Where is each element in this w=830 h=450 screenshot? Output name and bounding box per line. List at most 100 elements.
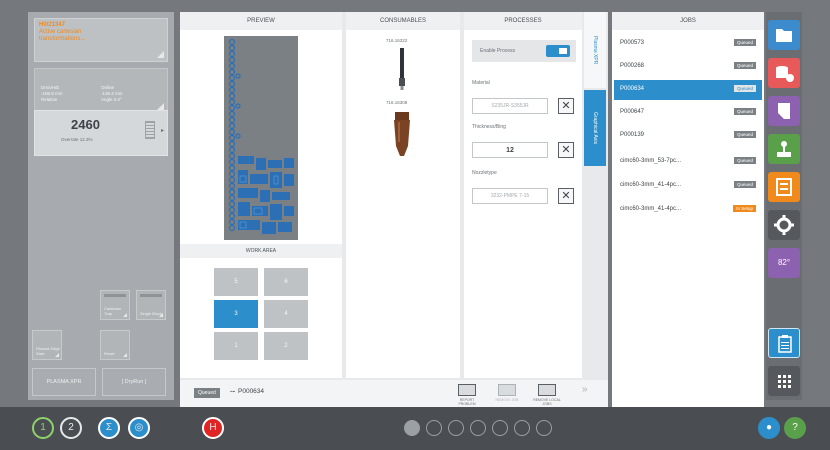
remove-local-jobs-icon[interactable] <box>538 384 556 396</box>
material-label: Material <box>472 80 490 86</box>
corner-icon <box>123 353 127 357</box>
single-block-button[interactable]: Single Block <box>136 290 166 320</box>
settings-button[interactable] <box>768 210 800 240</box>
enable-process-toggle[interactable] <box>546 45 570 57</box>
clear-nozzle-button[interactable]: ✕ <box>558 188 574 204</box>
job-status-badge: In Setup <box>733 205 756 212</box>
coords-col-2: Online -135.4 mm Angle 0.0° <box>101 85 123 103</box>
job-status-badge: Queued <box>733 181 756 188</box>
work-area-cell-3[interactable]: 3 <box>214 300 258 328</box>
expand-corner-icon <box>157 51 164 58</box>
status-dot-icon[interactable] <box>470 420 486 436</box>
expand-corner-icon <box>157 103 164 110</box>
database-button[interactable] <box>768 58 800 88</box>
job-status-bar: Queued ⊶ P000634 REPORT PROBLEM REMOVE J… <box>180 380 608 407</box>
job-status-badge: Queued <box>733 39 756 46</box>
preview-panel: PREVIEW WORK AREA 5 6 3 4 1 2 <box>180 12 342 378</box>
current-job-name: P000634 <box>238 388 265 395</box>
cartesian-trap-button[interactable]: Cartesian Trap <box>100 290 130 320</box>
grid-icon <box>778 375 791 388</box>
folder-icon <box>776 29 792 42</box>
bottom-bar: 1 2 Σ ◎ H ● ? <box>0 407 830 450</box>
left-panel: H0/21347 Active cartesian transformation… <box>28 12 174 400</box>
camera-icon[interactable] <box>404 420 420 436</box>
channel-2-button[interactable]: 2 <box>60 417 82 439</box>
status-dot-icon[interactable] <box>448 420 464 436</box>
alarm-line2: Active cartesian <box>39 29 82 35</box>
consumables-panel: CONSUMABLES 716.16322 716.16308 <box>346 12 460 378</box>
clipboard-icon <box>778 335 792 353</box>
work-area-cell-4[interactable]: 4 <box>264 300 308 328</box>
temperature-button[interactable]: 82° <box>768 248 800 278</box>
material-field[interactable]: S235JR-S355JR <box>472 98 548 114</box>
app-root: H0/21347 Active cartesian transformation… <box>0 0 830 450</box>
job-row-selected[interactable]: P000634 Queued <box>614 80 762 100</box>
link-icon: ⊶ <box>230 389 235 395</box>
job-clipboard-button[interactable] <box>768 328 800 358</box>
right-toolbar: 82° <box>766 12 802 400</box>
hypertherm-logo-icon: H <box>202 417 224 439</box>
tab-plasma-xpr[interactable]: Plasma XPR <box>584 12 606 88</box>
open-folder-button[interactable] <box>768 20 800 50</box>
job-row[interactable]: cimc60-3mm_41-4pc... Queued <box>614 176 762 196</box>
plasma-xpr-button[interactable]: PLASMA XPR <box>32 368 96 396</box>
job-status-badge: Queued <box>733 131 756 138</box>
job-row[interactable]: cimc60-3mm_53-7pc... Queued <box>614 152 762 172</box>
jobs-title: JOBS <box>612 12 764 30</box>
nozzle-type-field[interactable]: 3232-PMPE 7-15 <box>472 188 548 204</box>
processes-panel: PROCESSES Enable Process Material S235JR… <box>464 12 582 378</box>
main-area: PREVIEW WORK AREA 5 6 3 4 1 2 CONSUMABLE… <box>180 12 608 407</box>
work-area-cell-6[interactable]: 6 <box>264 268 308 296</box>
work-area-cell-1[interactable]: 1 <box>214 332 258 360</box>
sigma-button[interactable]: Σ <box>98 417 120 439</box>
job-row[interactable]: P000139 Queued <box>614 126 762 146</box>
joystick-button[interactable] <box>768 134 800 164</box>
user-icon[interactable]: ● <box>758 417 780 439</box>
feed-value: 2460 <box>71 117 100 132</box>
channel-1-button[interactable]: 1 <box>32 417 54 439</box>
tab-graphical-axis[interactable]: Graphical Axis <box>584 90 606 166</box>
feed-counter[interactable]: 2460 Overrate 12.3% ▸ <box>34 110 168 156</box>
document-button[interactable] <box>768 96 800 126</box>
corner-icon <box>55 353 59 357</box>
layout-button[interactable] <box>768 172 800 202</box>
job-status-badge: Queued <box>733 157 756 164</box>
toggle-knob <box>559 48 567 54</box>
corner-icon <box>159 313 163 317</box>
alarm-box[interactable]: H0/21347 Active cartesian transformation… <box>34 18 168 62</box>
job-status-badge: Queued <box>733 85 756 92</box>
job-name: P000573 <box>620 40 645 46</box>
dry-run-button[interactable]: [ DryRun ] <box>102 368 166 396</box>
status-dot-icon[interactable] <box>514 420 530 436</box>
clear-material-button[interactable]: ✕ <box>558 98 574 114</box>
electrode-icon[interactable] <box>398 48 406 95</box>
thickness-field[interactable]: 12 <box>472 142 548 158</box>
job-row[interactable]: cimc60-3mm_41-4pc... In Setup <box>614 200 762 220</box>
job-row[interactable]: P000573 Queued <box>614 34 762 54</box>
more-actions-icon[interactable]: » <box>582 384 588 395</box>
status-dot-icon[interactable] <box>536 420 552 436</box>
target-button[interactable]: ◎ <box>128 417 150 439</box>
help-dot-icon[interactable] <box>426 420 442 436</box>
work-area-title: WORK AREA <box>180 244 342 258</box>
status-dot-icon[interactable] <box>492 420 508 436</box>
work-area-cell-2[interactable]: 2 <box>264 332 308 360</box>
apps-grid-button[interactable] <box>768 366 800 396</box>
report-problem-icon[interactable] <box>458 384 476 396</box>
nest-graphic <box>224 36 298 240</box>
plasma-edge-start-button[interactable]: Plasma Edge Start <box>32 330 62 360</box>
clear-thickness-button[interactable]: ✕ <box>558 142 574 158</box>
nozzle-icon[interactable] <box>392 112 412 161</box>
reset-button[interactable]: Reset <box>100 330 130 360</box>
button-bar <box>104 294 126 297</box>
job-name: cimc60-3mm_41-4pc... <box>620 182 682 188</box>
work-area-cell-5[interactable]: 5 <box>214 268 258 296</box>
processes-title: PROCESSES <box>464 12 582 30</box>
document-icon <box>778 103 790 119</box>
job-row[interactable]: P000647 Queued <box>614 103 762 123</box>
part-nest-preview[interactable] <box>224 36 298 240</box>
help-button[interactable]: ? <box>784 417 806 439</box>
job-row[interactable]: P000268 Queued <box>614 57 762 77</box>
coordinates-box[interactable]: Dmn/Hdt -106.9 mm Relative Online -135.4… <box>34 68 168 114</box>
remove-job-icon[interactable] <box>498 384 516 396</box>
